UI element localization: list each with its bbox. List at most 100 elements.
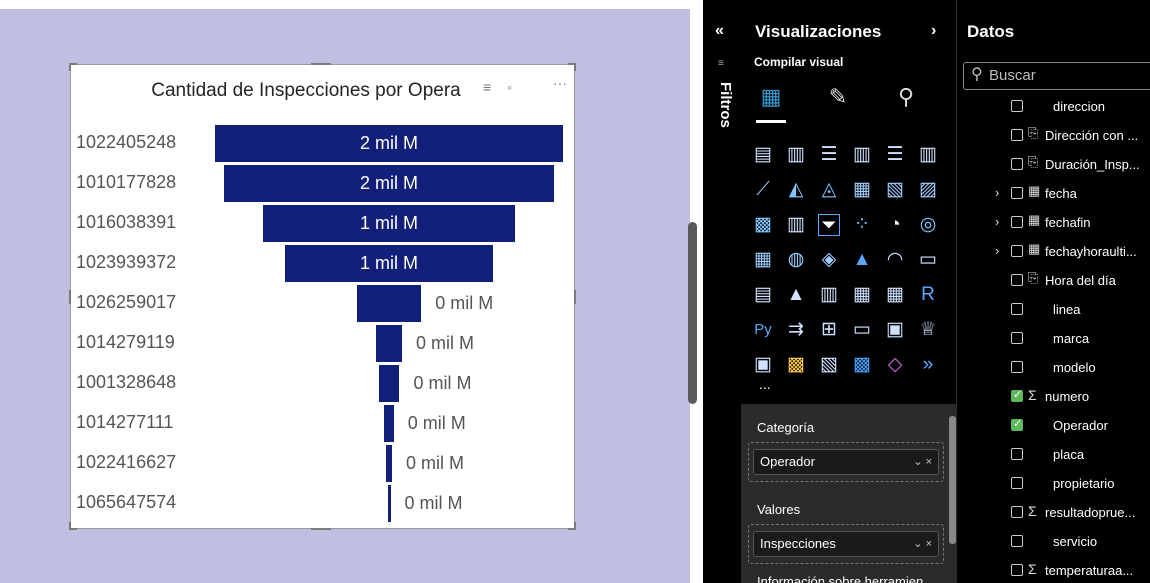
- matrix-icon[interactable]: ▦: [884, 284, 906, 306]
- format-visual-icon[interactable]: ✎: [823, 82, 853, 112]
- table-icon[interactable]: ▦: [851, 284, 873, 306]
- field-item[interactable]: servicio: [957, 527, 1150, 555]
- ribbon-chart-icon[interactable]: ▩: [752, 214, 774, 236]
- field-checkbox[interactable]: [1011, 216, 1023, 228]
- decomposition-tree-icon[interactable]: ⊞: [818, 319, 840, 341]
- stacked-column-icon[interactable]: ▥: [785, 144, 807, 166]
- field-checkbox[interactable]: [1011, 158, 1023, 170]
- analytics-icon[interactable]: ⚲: [891, 82, 921, 112]
- field-item[interactable]: › ▦ fechafin: [957, 208, 1150, 236]
- custom-visual-icon[interactable]: ▩: [851, 354, 873, 376]
- stacked-bar-icon[interactable]: ▤: [752, 144, 774, 166]
- field-item[interactable]: Operador: [957, 411, 1150, 439]
- funnel-bar[interactable]: [356, 285, 422, 322]
- field-item[interactable]: linea: [957, 295, 1150, 323]
- field-item[interactable]: › ▦ fecha: [957, 179, 1150, 207]
- field-checkbox[interactable]: [1011, 100, 1023, 112]
- build-visual-icon[interactable]: ▦: [756, 82, 786, 112]
- funnel-bar[interactable]: [378, 365, 400, 402]
- funnel-visual[interactable]: Cantidad de Inspecciones por Opera ≡ ◦ ·…: [69, 63, 576, 530]
- gauge-icon[interactable]: ◠: [884, 249, 906, 271]
- donut-icon[interactable]: ◎: [917, 214, 939, 236]
- resize-handle[interactable]: [574, 290, 576, 304]
- line-column-icon[interactable]: ▦: [851, 179, 873, 201]
- power-apps-icon[interactable]: ▩: [785, 354, 807, 376]
- field-item[interactable]: placa: [957, 440, 1150, 468]
- more-visuals-button[interactable]: ...: [759, 376, 771, 392]
- field-item[interactable]: ⎘ Hora del día: [957, 266, 1150, 294]
- more-options-icon[interactable]: ···: [553, 75, 567, 91]
- double-chevron-left-icon[interactable]: «: [715, 22, 724, 40]
- chevron-right-icon[interactable]: ›: [995, 185, 999, 200]
- field-checkbox[interactable]: [1011, 417, 1023, 431]
- 100-column-icon[interactable]: ▥: [917, 144, 939, 166]
- area-chart-icon[interactable]: ◭: [785, 179, 807, 201]
- field-checkbox[interactable]: [1011, 274, 1023, 286]
- stacked-area-icon[interactable]: ◬: [818, 179, 840, 201]
- diamond-icon[interactable]: ◇: [884, 354, 906, 376]
- field-item[interactable]: ⎘ Dirección con ...: [957, 121, 1150, 149]
- focus-mode-icon[interactable]: ◦: [507, 79, 512, 95]
- field-item[interactable]: › ▦ fechayhoraulti...: [957, 237, 1150, 265]
- field-item[interactable]: ⎘ Duración_Insp...: [957, 150, 1150, 178]
- viz-pane-scrollbar[interactable]: [949, 416, 956, 544]
- category-well[interactable]: Operador ⌄ ×: [748, 442, 944, 482]
- field-item[interactable]: modelo: [957, 353, 1150, 381]
- chevrons-icon[interactable]: »: [917, 354, 939, 376]
- field-checkbox[interactable]: [1011, 332, 1023, 344]
- resize-handle[interactable]: [69, 290, 71, 304]
- resize-handle[interactable]: [311, 63, 331, 65]
- narrative-icon[interactable]: ▣: [884, 319, 906, 341]
- filters-label[interactable]: Filtros: [717, 82, 734, 128]
- field-checkbox[interactable]: [1011, 129, 1023, 141]
- values-well[interactable]: Inspecciones ⌄ ×: [748, 524, 944, 564]
- resize-handle[interactable]: [574, 63, 576, 71]
- power-automate-icon[interactable]: ▧: [818, 354, 840, 376]
- slicer-icon[interactable]: ▥: [818, 284, 840, 306]
- funnel-bar[interactable]: [385, 445, 393, 482]
- chevron-right-icon[interactable]: ›: [931, 22, 936, 40]
- clustered-bar-icon[interactable]: ☰: [818, 144, 840, 166]
- field-checkbox[interactable]: [1011, 506, 1023, 518]
- filter-icon[interactable]: ≡: [483, 79, 491, 95]
- field-checkbox[interactable]: [1011, 187, 1023, 199]
- goals-icon[interactable]: ♕: [917, 319, 939, 341]
- field-item[interactable]: direccion: [957, 92, 1150, 120]
- report-canvas[interactable]: Cantidad de Inspecciones por Opera ≡ ◦ ·…: [0, 9, 690, 583]
- azure-map-icon[interactable]: ▲: [851, 249, 873, 271]
- field-checkbox[interactable]: [1011, 564, 1023, 576]
- well-controls[interactable]: ⌄ ×: [913, 532, 932, 556]
- field-item[interactable]: Σtemperaturaa...: [957, 556, 1150, 583]
- line-chart-icon[interactable]: ⟋: [752, 179, 774, 201]
- chevron-right-icon[interactable]: ›: [995, 243, 999, 258]
- card-icon[interactable]: ▭: [917, 249, 939, 271]
- category-field-pill[interactable]: Operador ⌄ ×: [753, 449, 939, 475]
- values-field-pill[interactable]: Inspecciones ⌄ ×: [753, 531, 939, 557]
- 100-bar-icon[interactable]: ☰: [884, 144, 906, 166]
- filters-pane[interactable]: « ≡ Filtros: [703, 0, 741, 583]
- field-checkbox[interactable]: [1011, 388, 1023, 402]
- key-influencers-icon[interactable]: ⇉: [785, 319, 807, 341]
- funnel-bar[interactable]: [387, 485, 391, 522]
- canvas-scrollbar[interactable]: [688, 222, 697, 404]
- funnel-bar[interactable]: [384, 405, 394, 442]
- field-item[interactable]: Σresultadoprue...: [957, 498, 1150, 526]
- waterfall-icon[interactable]: ▨: [917, 179, 939, 201]
- field-checkbox[interactable]: [1011, 535, 1023, 547]
- resize-handle[interactable]: [69, 522, 71, 530]
- r-visual-icon[interactable]: R: [917, 284, 939, 306]
- clustered-column-icon[interactable]: ▥: [851, 144, 873, 166]
- paginated-report-icon[interactable]: ▣: [752, 354, 774, 376]
- field-item[interactable]: marca: [957, 324, 1150, 352]
- column-icon[interactable]: ▥: [785, 214, 807, 236]
- map-icon[interactable]: ◍: [785, 249, 807, 271]
- multi-row-card-icon[interactable]: ▤: [752, 284, 774, 306]
- field-item[interactable]: propietario: [957, 469, 1150, 497]
- scatter-icon[interactable]: ⁘: [851, 214, 873, 236]
- resize-handle[interactable]: [69, 63, 71, 71]
- funnel-bar[interactable]: [375, 325, 403, 362]
- kpi-icon[interactable]: ▲: [785, 284, 807, 306]
- pie-icon[interactable]: ◔: [884, 214, 906, 236]
- field-checkbox[interactable]: [1011, 303, 1023, 315]
- field-checkbox[interactable]: [1011, 448, 1023, 460]
